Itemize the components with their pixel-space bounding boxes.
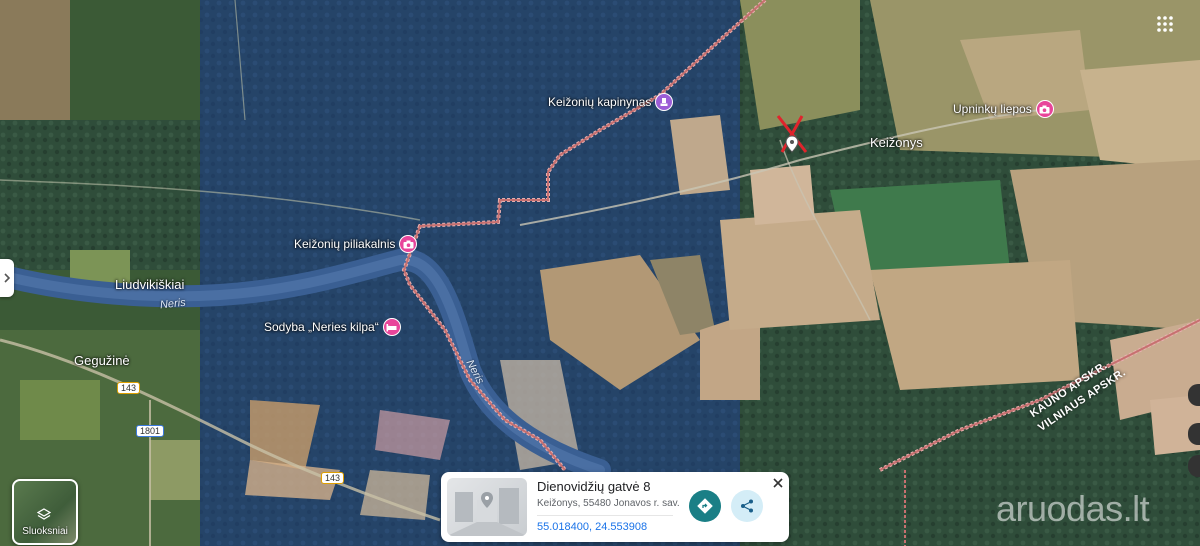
side-control-button[interactable] — [1188, 455, 1200, 477]
poi-label: Sodyba „Neries kilpa“ — [264, 320, 379, 334]
divider — [537, 515, 673, 516]
place-label-guzine: Gegužinė — [74, 353, 130, 368]
layers-icon — [37, 508, 51, 520]
satellite-imagery — [0, 0, 1200, 546]
directions-button[interactable] — [689, 490, 721, 522]
layers-label: Sluoksniai — [22, 526, 68, 537]
place-thumbnail[interactable] — [447, 478, 527, 536]
share-icon — [741, 499, 753, 513]
poi-keizoniu-piliakalnis[interactable]: Keižonių piliakalnis — [294, 235, 418, 253]
poi-label: Keižonių piliakalnis — [294, 237, 396, 251]
place-label-keizonys: Keižonys — [870, 135, 923, 150]
side-control-button[interactable] — [1188, 384, 1200, 406]
watermark-logo: aruodas.lt — [996, 488, 1150, 529]
close-icon — [773, 478, 783, 488]
side-control-button[interactable] — [1188, 423, 1200, 445]
place-label-liudvikiskiai: Liudvikiškiai — [115, 277, 185, 292]
close-button[interactable] — [770, 475, 786, 491]
poi-label: Upninkų liepos — [953, 102, 1032, 116]
monument-icon — [655, 93, 674, 111]
place-coordinates[interactable]: 55.018400, 24.553908 — [537, 521, 647, 533]
camera-icon — [399, 235, 418, 253]
poi-sodyba-neries-kilpa[interactable]: Sodyba „Neries kilpa“ — [264, 318, 401, 336]
place-address: Keižonys, 55480 Jonavos r. sav. — [537, 498, 680, 509]
road-shield: 143 — [117, 382, 141, 394]
location-pin-icon[interactable] — [785, 135, 799, 153]
camera-icon — [1035, 100, 1054, 118]
apps-grid-icon — [1157, 16, 1173, 32]
share-button[interactable] — [731, 490, 763, 522]
place-title: Dienovidžių gatvė 8 — [537, 479, 651, 494]
poi-upninku-liepos[interactable]: Upninkų liepos — [953, 100, 1054, 118]
road-shield: 143 — [321, 472, 345, 484]
apps-grid-button[interactable] — [1155, 14, 1175, 34]
lodging-icon — [382, 318, 401, 336]
layers-button[interactable]: Sluoksniai — [12, 479, 78, 545]
road-shield: 1801 — [136, 425, 165, 437]
poi-label: Keižonių kapinynas — [548, 95, 652, 109]
poi-keizoniu-kapinynas[interactable]: Keižonių kapinynas — [548, 93, 674, 111]
chevron-right-icon — [4, 273, 11, 283]
directions-icon — [697, 498, 713, 514]
place-card[interactable]: Dienovidžių gatvė 8 Keižonys, 55480 Jona… — [441, 472, 789, 542]
map-view[interactable]: Keižonys Liudvikiškiai Gegužinė Keižonių… — [0, 0, 1200, 546]
expand-side-panel-button[interactable] — [0, 259, 14, 297]
street-view-placeholder-icon — [447, 488, 527, 536]
